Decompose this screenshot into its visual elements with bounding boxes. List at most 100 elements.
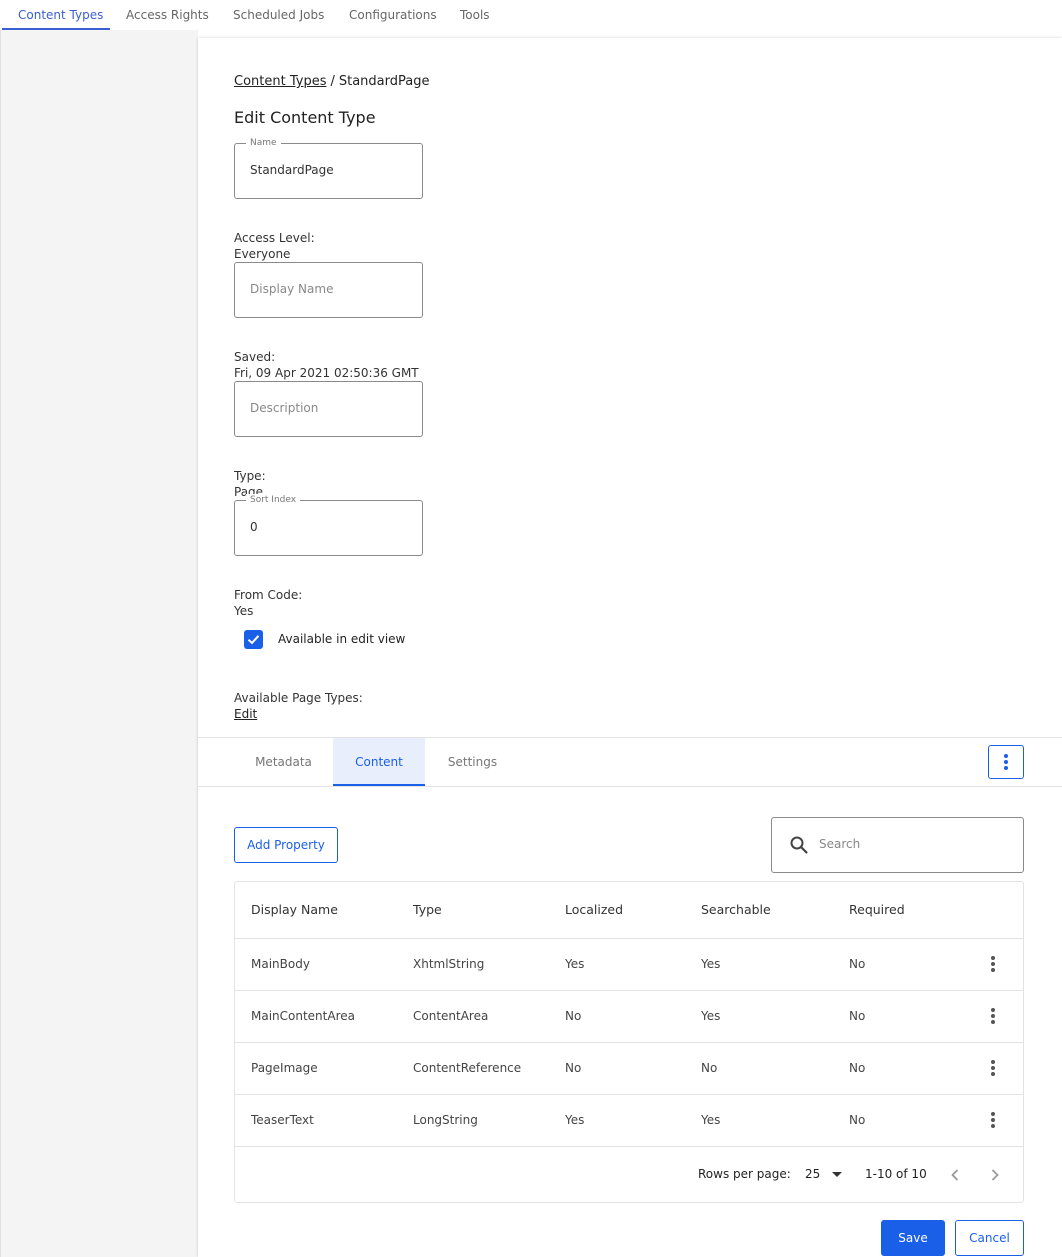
cell-type: ContentReference [413, 1061, 522, 1075]
cell-searchable: Yes [701, 957, 721, 971]
breadcrumb: Content Types / StandardPage [234, 74, 429, 89]
chevron-left-icon [951, 1169, 959, 1181]
check-icon [247, 635, 260, 645]
cell-localized: No [565, 1009, 582, 1023]
table-row[interactable]: MainContentArea ContentArea No Yes No [235, 991, 1023, 1043]
from-code-value: Yes [234, 604, 254, 618]
caret-down-icon [832, 1172, 842, 1177]
cell-required: No [849, 1113, 866, 1127]
previous-page-button[interactable] [943, 1163, 967, 1187]
saved-label: Saved: [234, 350, 276, 364]
rows-per-page-label: Rows per page: [698, 1167, 791, 1181]
table-row[interactable]: TeaserText LongString Yes Yes No [235, 1095, 1023, 1147]
description-input[interactable] [250, 401, 410, 415]
more-vert-icon [991, 1060, 995, 1076]
description-field[interactable] [234, 381, 423, 437]
properties-table: Display Name Type Localized Searchable R… [234, 881, 1024, 1203]
row-actions-button[interactable] [983, 1108, 1003, 1132]
nav-tab-content-types[interactable]: Content Types [18, 8, 103, 22]
cell-required: No [849, 1009, 866, 1023]
available-page-types-edit-link[interactable]: Edit [234, 707, 257, 721]
name-field-label: Name [246, 137, 281, 149]
cancel-button[interactable]: Cancel [955, 1220, 1024, 1256]
search-icon [790, 836, 808, 854]
name-field[interactable]: Name [234, 137, 423, 199]
column-header-searchable[interactable]: Searchable [701, 902, 771, 917]
tab-settings[interactable]: Settings [430, 738, 515, 786]
cell-searchable: Yes [701, 1113, 721, 1127]
next-page-button[interactable] [983, 1163, 1007, 1187]
display-name-field[interactable] [234, 262, 423, 318]
rows-per-page-select[interactable]: 25 [805, 1165, 847, 1185]
tab-metadata[interactable]: Metadata [241, 738, 326, 786]
table-row[interactable]: MainBody XhtmlString Yes Yes No [235, 939, 1023, 991]
sort-index-field[interactable]: Sort Index [234, 494, 423, 556]
available-in-edit-view-label: Available in edit view [278, 632, 406, 646]
column-header-display-name[interactable]: Display Name [251, 902, 338, 917]
access-level-label: Access Level: [234, 231, 315, 245]
column-header-type[interactable]: Type [413, 902, 442, 917]
save-button[interactable]: Save [881, 1220, 945, 1256]
available-in-edit-view-checkbox[interactable] [244, 630, 263, 649]
page-title: Edit Content Type [234, 108, 376, 127]
access-level-value: Everyone [234, 247, 291, 261]
cell-searchable: No [701, 1061, 718, 1075]
cell-display-name: MainContentArea [251, 1009, 355, 1023]
cell-localized: No [565, 1061, 582, 1075]
more-vert-icon [991, 1008, 995, 1024]
chevron-right-icon [991, 1169, 999, 1181]
cell-display-name: TeaserText [251, 1113, 314, 1127]
cell-type: ContentArea [413, 1009, 489, 1023]
cell-localized: Yes [565, 1113, 585, 1127]
available-page-types-info: Available Page Types: Edit [234, 690, 363, 722]
display-name-input[interactable] [250, 282, 410, 296]
table-pagination: Rows per page: 25 1-10 of 10 [235, 1147, 1023, 1203]
row-actions-button[interactable] [983, 1004, 1003, 1028]
tab-content[interactable]: Content [333, 738, 425, 786]
cell-type: XhtmlString [413, 957, 485, 971]
column-header-localized[interactable]: Localized [565, 902, 623, 917]
access-level-info: Access Level: Everyone [234, 230, 315, 262]
more-vert-icon [1004, 754, 1008, 770]
from-code-info: From Code: Yes [234, 587, 302, 619]
edit-panel: Content Types / StandardPage Edit Content … [198, 38, 1062, 1257]
nav-tab-access-rights[interactable]: Access Rights [126, 8, 209, 22]
nav-tab-scheduled-jobs[interactable]: Scheduled Jobs [233, 8, 324, 22]
saved-value: Fri, 09 Apr 2021 02:50:36 GMT [234, 366, 419, 380]
from-code-label: From Code: [234, 588, 303, 602]
row-actions-button[interactable] [983, 952, 1003, 976]
nav-tab-configurations[interactable]: Configurations [349, 8, 437, 22]
top-nav: Content Types Access Rights Scheduled Jo… [0, 0, 1062, 30]
available-page-types-label: Available Page Types: [234, 691, 363, 705]
cell-display-name: PageImage [251, 1061, 318, 1075]
breadcrumb-separator: / [330, 74, 335, 89]
breadcrumb-current: StandardPage [338, 74, 430, 89]
pagination-range: 1-10 of 10 [865, 1167, 927, 1181]
sort-index-label: Sort Index [246, 494, 301, 506]
cell-required: No [849, 1061, 866, 1075]
row-actions-button[interactable] [983, 1056, 1003, 1080]
breadcrumb-content-types-link[interactable]: Content Types [234, 74, 326, 89]
cell-required: No [849, 957, 866, 971]
saved-info: Saved: Fri, 09 Apr 2021 02:50:36 GMT [234, 349, 419, 381]
more-vert-icon [991, 1112, 995, 1128]
nav-tab-tools[interactable]: Tools [460, 8, 490, 22]
type-label: Type: [234, 469, 266, 483]
more-vert-icon [991, 956, 995, 972]
content-tabbar: Metadata Content Settings [198, 737, 1062, 787]
cell-type: LongString [413, 1113, 478, 1127]
sort-index-input[interactable] [250, 520, 410, 534]
cell-localized: Yes [565, 957, 585, 971]
cell-display-name: MainBody [251, 957, 310, 971]
cell-searchable: Yes [701, 1009, 721, 1023]
column-header-required[interactable]: Required [849, 902, 905, 917]
search-input[interactable] [819, 837, 1009, 851]
left-rail [0, 30, 198, 1257]
add-property-button[interactable]: Add Property [234, 827, 338, 863]
more-actions-button[interactable] [988, 745, 1024, 779]
table-header: Display Name Type Localized Searchable R… [235, 882, 1023, 939]
table-row[interactable]: PageImage ContentReference No No No [235, 1043, 1023, 1095]
search-field[interactable] [771, 817, 1024, 873]
name-input[interactable] [250, 163, 410, 177]
rows-per-page-value: 25 [805, 1167, 821, 1181]
